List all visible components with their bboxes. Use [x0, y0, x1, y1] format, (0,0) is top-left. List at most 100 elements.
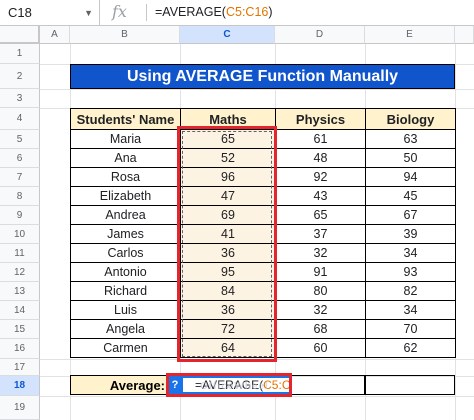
row-header-10[interactable]: 10 [0, 225, 40, 244]
column-header-a[interactable]: A [40, 26, 70, 44]
maths-cell[interactable]: 95 [180, 262, 276, 282]
formula-prefix: =AVERAGE( [155, 5, 226, 19]
column-header-e[interactable]: E [365, 26, 455, 44]
biology-cell[interactable]: 93 [365, 262, 456, 282]
average-biology-cell[interactable] [365, 375, 455, 395]
name-box[interactable]: C18 ▼ [0, 0, 100, 25]
biology-cell[interactable]: 34 [365, 300, 456, 320]
maths-cell[interactable]: 69 [180, 205, 276, 225]
biology-cell[interactable]: 39 [365, 224, 456, 244]
biology-cell[interactable]: 45 [365, 186, 456, 206]
table-row: Maria 65 61 63 [70, 129, 456, 149]
biology-cell[interactable]: 82 [365, 281, 456, 301]
table-row: Luis 36 32 34 [70, 300, 456, 320]
maths-cell[interactable]: 64 [180, 338, 276, 358]
formula-divider [146, 4, 147, 21]
chevron-down-icon[interactable]: ▼ [84, 8, 93, 18]
sheet-title: Using AVERAGE Function Manually [70, 64, 455, 89]
row-header-4[interactable]: 4 [0, 108, 40, 130]
header-students-name[interactable]: Students' Name [70, 108, 181, 130]
formula-bar: C18 ▼ fx =AVERAGE(C5:C16) [0, 0, 474, 26]
column-header-c[interactable]: C [180, 26, 275, 44]
physics-cell[interactable]: 48 [275, 148, 366, 168]
maths-cell[interactable]: 36 [180, 300, 276, 320]
row-header-6[interactable]: 6 [0, 149, 40, 168]
table-header-row: Students' Name Maths Physics Biology [70, 108, 456, 130]
row-header-5[interactable]: 5 [0, 130, 40, 149]
biology-cell[interactable]: 50 [365, 148, 456, 168]
row-header-11[interactable]: 11 [0, 244, 40, 263]
formula-suffix: ) [268, 5, 273, 19]
row-header-7[interactable]: 7 [0, 168, 40, 187]
table-row: James 41 37 39 [70, 224, 456, 244]
maths-cell[interactable]: 36 [180, 243, 276, 263]
row-header-8[interactable]: 8 [0, 187, 40, 206]
row-header-2[interactable]: 2 [0, 64, 40, 89]
column-header-f[interactable] [455, 26, 474, 44]
row-header-3[interactable]: 3 [0, 89, 40, 108]
student-name-cell[interactable]: Ana [70, 148, 181, 168]
student-name-cell[interactable]: Richard [70, 281, 181, 301]
physics-cell[interactable]: 68 [275, 319, 366, 339]
maths-cell[interactable]: 47 [180, 186, 276, 206]
biology-cell[interactable]: 70 [365, 319, 456, 339]
row-header-13[interactable]: 13 [0, 282, 40, 301]
biology-cell[interactable]: 94 [365, 167, 456, 187]
maths-cell[interactable]: 65 [180, 129, 276, 149]
header-maths[interactable]: Maths [180, 108, 276, 130]
select-all-corner[interactable] [0, 26, 40, 44]
physics-cell[interactable]: 80 [275, 281, 366, 301]
row-header-19[interactable]: 19 [0, 396, 40, 420]
column-header-d[interactable]: D [275, 26, 365, 44]
physics-cell[interactable]: 37 [275, 224, 366, 244]
biology-cell[interactable]: 63 [365, 129, 456, 149]
table-row: Elizabeth 47 43 45 [70, 186, 456, 206]
gridline [40, 359, 474, 360]
maths-cell[interactable]: 52 [180, 148, 276, 168]
student-name-cell[interactable]: Antonio [70, 262, 181, 282]
student-name-cell[interactable]: Maria [70, 129, 181, 149]
biology-cell[interactable]: 67 [365, 205, 456, 225]
maths-cell[interactable]: 96 [180, 167, 276, 187]
table-row: Rosa 96 92 94 [70, 167, 456, 187]
row-header-18[interactable]: 18 [0, 376, 40, 396]
column-header-b[interactable]: B [70, 26, 180, 44]
student-name-cell[interactable]: Carmen [70, 338, 181, 358]
physics-cell[interactable]: 60 [275, 338, 366, 358]
maths-cell[interactable]: 84 [180, 281, 276, 301]
table-row: Richard 84 80 82 [70, 281, 456, 301]
gridline [40, 89, 474, 90]
name-box-value: C18 [8, 5, 32, 20]
physics-cell[interactable]: 32 [275, 300, 366, 320]
row-header-17[interactable]: 17 [0, 359, 40, 376]
row-header-1[interactable]: 1 [0, 44, 40, 64]
row-header-15[interactable]: 15 [0, 320, 40, 339]
student-name-cell[interactable]: James [70, 224, 181, 244]
student-name-cell[interactable]: Rosa [70, 167, 181, 187]
student-name-cell[interactable]: Luis [70, 300, 181, 320]
maths-cell[interactable]: 72 [180, 319, 276, 339]
row-header-14[interactable]: 14 [0, 301, 40, 320]
physics-cell[interactable]: 43 [275, 186, 366, 206]
biology-cell[interactable]: 62 [365, 338, 456, 358]
physics-cell[interactable]: 91 [275, 262, 366, 282]
formula-input[interactable]: =AVERAGE(C5:C16) [155, 5, 273, 19]
average-label[interactable]: Average: [70, 375, 180, 395]
row-header-16[interactable]: 16 [0, 339, 40, 359]
student-name-cell[interactable]: Andrea [70, 205, 181, 225]
student-name-cell[interactable]: Carlos [70, 243, 181, 263]
student-name-cell[interactable]: Angela [70, 319, 181, 339]
header-biology[interactable]: Biology [365, 108, 456, 130]
header-physics[interactable]: Physics [275, 108, 366, 130]
maths-cell[interactable]: 41 [180, 224, 276, 244]
row-header-12[interactable]: 12 [0, 263, 40, 282]
row-header-9[interactable]: 9 [0, 206, 40, 225]
formula-range: C5:C16 [225, 5, 269, 19]
physics-cell[interactable]: 32 [275, 243, 366, 263]
physics-cell[interactable]: 61 [275, 129, 366, 149]
student-name-cell[interactable]: Elizabeth [70, 186, 181, 206]
physics-cell[interactable]: 65 [275, 205, 366, 225]
physics-cell[interactable]: 92 [275, 167, 366, 187]
table-row: Andrea 69 65 67 [70, 205, 456, 225]
biology-cell[interactable]: 34 [365, 243, 456, 263]
